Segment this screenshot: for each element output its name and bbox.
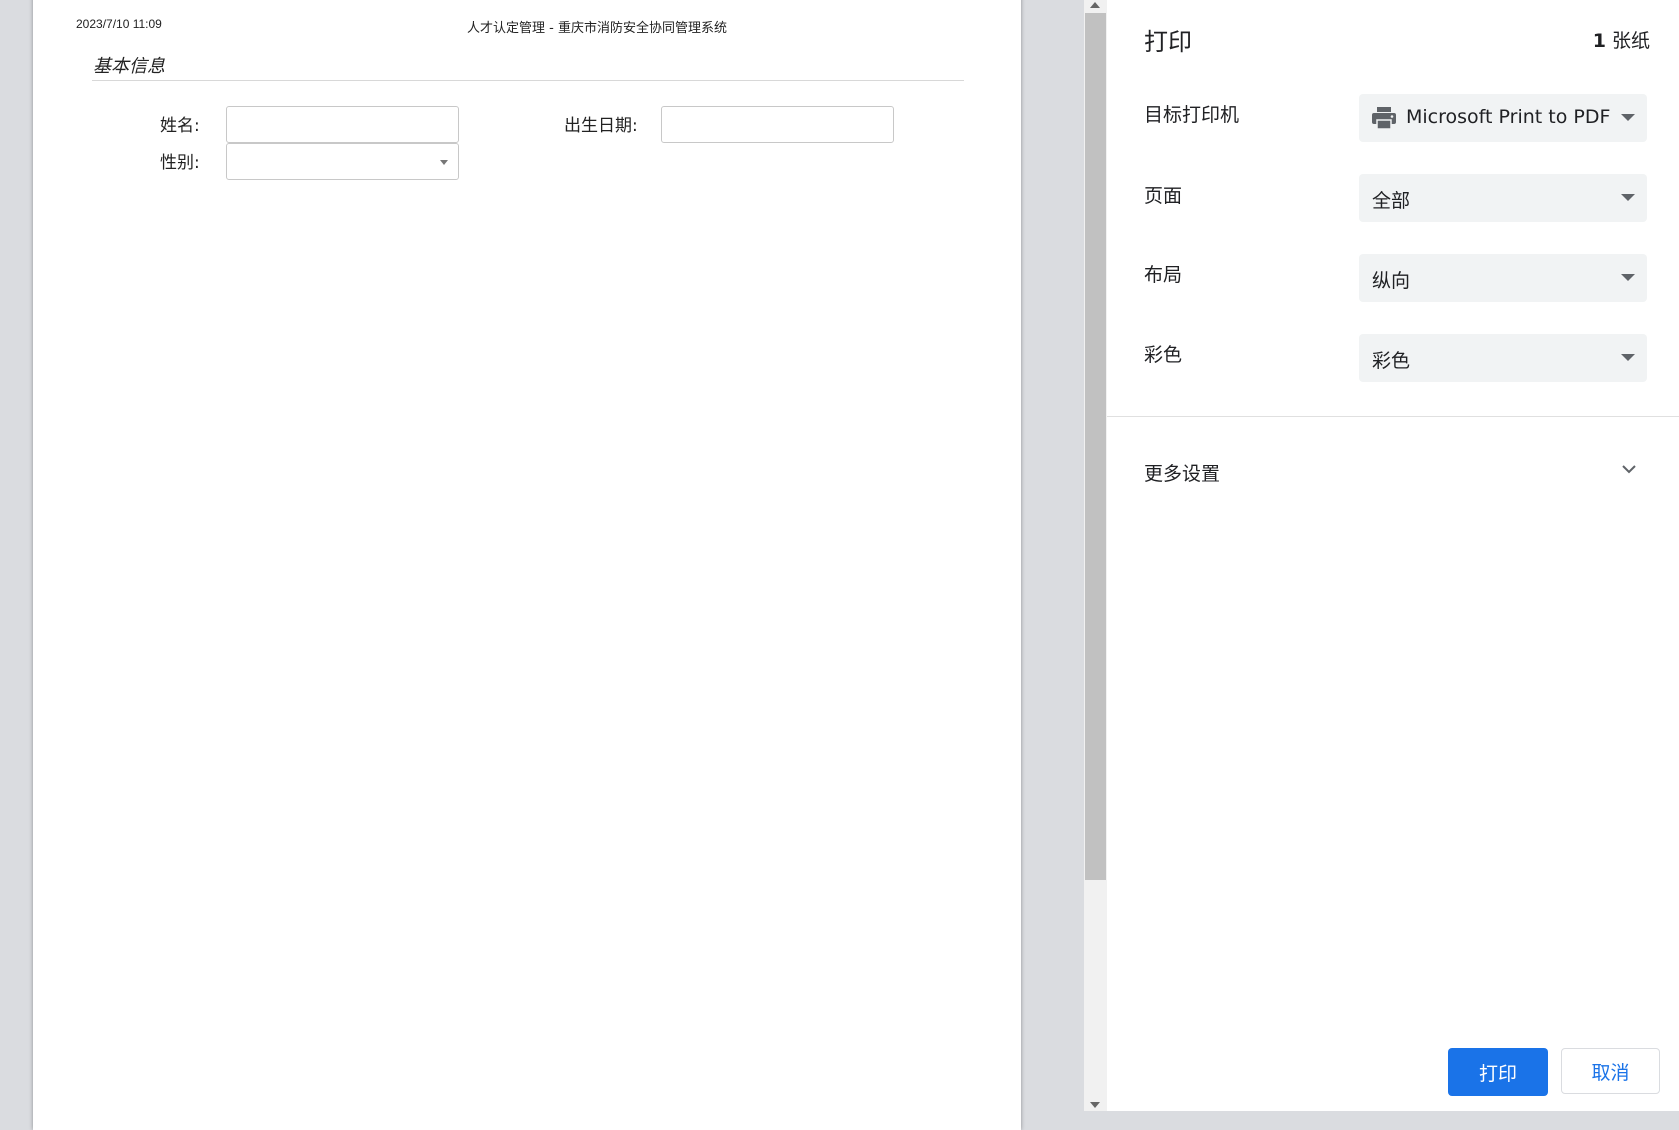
birth-date-field xyxy=(661,106,894,143)
color-select[interactable]: 彩色 xyxy=(1359,334,1647,382)
name-label: 姓名: xyxy=(160,116,200,136)
panel-title: 打印 xyxy=(1144,28,1192,56)
settings-divider xyxy=(1107,416,1679,417)
more-settings-toggle[interactable]: 更多设置 xyxy=(1144,459,1220,486)
destination-value: Microsoft Print to PDF xyxy=(1406,106,1611,128)
birth-date-label: 出生日期: xyxy=(564,116,638,136)
printer-icon xyxy=(1372,107,1396,130)
gender-label: 性别: xyxy=(160,153,200,173)
color-value: 彩色 xyxy=(1372,350,1411,372)
dropdown-caret-icon xyxy=(1621,114,1635,121)
print-settings-panel: 打印 1 张纸 目标打印机 Microsoft Print to PDF 页面 … xyxy=(1107,0,1679,1111)
sheet-count: 1 张纸 xyxy=(1593,26,1650,53)
name-field xyxy=(226,106,459,143)
pages-label: 页面 xyxy=(1144,185,1183,207)
layout-label: 布局 xyxy=(1144,264,1183,286)
dropdown-caret-icon xyxy=(1621,194,1635,201)
destination-label: 目标打印机 xyxy=(1144,104,1240,126)
print-button[interactable]: 打印 xyxy=(1448,1048,1548,1096)
layout-value: 纵向 xyxy=(1372,270,1411,292)
scroll-thumb[interactable] xyxy=(1085,13,1106,880)
scroll-up-arrow-icon[interactable] xyxy=(1090,2,1100,8)
scroll-down-arrow-icon[interactable] xyxy=(1090,1102,1100,1108)
preview-scrollbar[interactable] xyxy=(1084,0,1107,1111)
sheet-count-number: 1 xyxy=(1592,30,1606,52)
print-preview-area: 2023/7/10 11:09 人才认定管理 - 重庆市消防安全协同管理系统 基… xyxy=(0,0,1084,1130)
section-divider xyxy=(92,80,964,81)
cancel-button[interactable]: 取消 xyxy=(1561,1048,1660,1094)
page-header-title: 人才认定管理 - 重庆市消防安全协同管理系统 xyxy=(467,21,727,36)
chevron-down-icon[interactable] xyxy=(1621,463,1637,475)
section-title: 基本信息 xyxy=(93,56,165,77)
pages-select[interactable]: 全部 xyxy=(1359,174,1647,222)
destination-select[interactable]: Microsoft Print to PDF xyxy=(1359,94,1647,142)
sheet-count-unit: 张纸 xyxy=(1611,30,1650,52)
dropdown-caret-icon xyxy=(1621,354,1635,361)
color-label: 彩色 xyxy=(1144,344,1183,366)
gender-select xyxy=(226,143,459,180)
dropdown-caret-icon xyxy=(1621,274,1635,281)
preview-page: 2023/7/10 11:09 人才认定管理 - 重庆市消防安全协同管理系统 基… xyxy=(33,0,1021,1130)
dropdown-caret-icon xyxy=(440,160,448,165)
pages-value: 全部 xyxy=(1372,190,1411,212)
layout-select[interactable]: 纵向 xyxy=(1359,254,1647,302)
